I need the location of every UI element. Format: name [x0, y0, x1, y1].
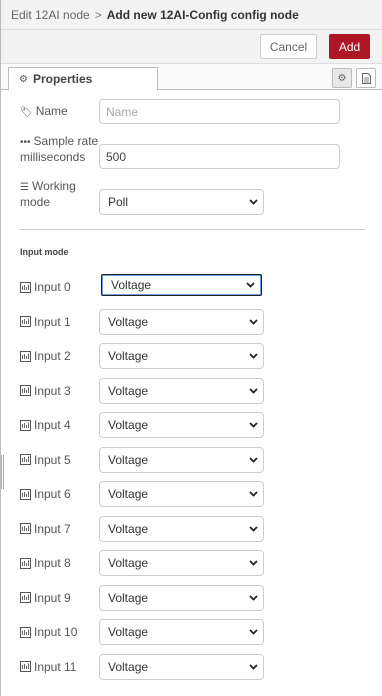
chevron-down-icon	[249, 663, 258, 670]
input-mode-label: Input 8	[20, 556, 71, 570]
input-icon	[20, 281, 31, 293]
description-tab-button[interactable]	[356, 68, 376, 88]
input-mode-label: Input 2	[20, 349, 71, 363]
input-mode-select[interactable]: Voltage	[99, 653, 264, 680]
document-icon	[361, 72, 371, 84]
tab-bar: ⚙ Properties ⚙	[1, 64, 382, 91]
breadcrumb: Edit 12AI node > Add new 12AI-Config con…	[1, 0, 382, 30]
gear-icon: ⚙	[19, 73, 28, 85]
tab-properties[interactable]: ⚙ Properties	[8, 67, 158, 91]
input-icon	[20, 488, 31, 500]
chevron-down-icon	[249, 422, 258, 428]
input-mode-select[interactable]: Voltage	[99, 377, 264, 404]
input-icon	[20, 316, 31, 327]
input-mode-label: Input 3	[20, 384, 71, 398]
input-icon	[20, 523, 31, 534]
input-icon	[20, 454, 31, 465]
input-mode-label: Input 5	[20, 453, 71, 467]
name-label: 🏷︎ Name	[20, 104, 68, 118]
input-mode-select[interactable]: Voltage	[99, 584, 264, 611]
input-mode-label: Input 7	[20, 522, 71, 536]
input-mode-select[interactable]: Voltage	[99, 550, 264, 576]
input-icon	[20, 419, 31, 431]
chevron-down-icon	[249, 387, 258, 394]
add-button[interactable]: Add	[329, 34, 370, 59]
tray-toolbar: Cancel Add	[1, 30, 382, 64]
chevron-down-icon	[249, 456, 258, 463]
working-mode-label: ☰ Working mode	[20, 179, 76, 209]
chevron-down-icon	[249, 560, 258, 566]
input-mode-label: Input 10	[20, 625, 77, 639]
input-mode-label: Input 6	[20, 487, 71, 501]
working-mode-select[interactable]: Poll	[99, 189, 264, 215]
chevron-down-icon	[249, 594, 258, 601]
page-title: Add new 12AI-Config config node	[106, 7, 299, 22]
resize-handle[interactable]	[1, 455, 4, 489]
edit-tray: Edit 12AI node > Add new 12AI-Config con…	[0, 0, 382, 696]
name-input[interactable]	[99, 99, 340, 124]
input-mode-select[interactable]: Voltage	[99, 515, 264, 542]
input-icon	[20, 661, 31, 672]
input-mode-title: Input mode	[20, 247, 69, 257]
breadcrumb-parent[interactable]: Edit 12AI node	[11, 8, 90, 22]
input-icon	[20, 350, 31, 362]
input-mode-label: Input 11	[20, 660, 76, 674]
divider	[20, 229, 365, 230]
breadcrumb-separator: >	[94, 7, 102, 22]
tag-icon: 🏷︎	[20, 107, 33, 118]
chevron-down-icon	[249, 353, 258, 359]
input-mode-label: Input 0	[20, 280, 71, 294]
input-mode-select[interactable]: Voltage	[99, 412, 264, 438]
input-mode-select[interactable]: Voltage	[99, 619, 264, 645]
input-mode-select[interactable]: Voltage	[99, 481, 264, 507]
input-mode-select[interactable]: Voltage	[99, 446, 264, 473]
gear-icon: ⚙	[337, 72, 347, 84]
input-icon	[20, 557, 31, 569]
chevron-down-icon	[249, 491, 258, 497]
sample-rate-input[interactable]	[99, 144, 340, 169]
input-mode-select[interactable]: Voltage	[99, 308, 264, 335]
chevron-down-icon	[249, 199, 258, 205]
input-icon	[20, 385, 31, 396]
chevron-down-icon	[246, 282, 255, 288]
tab-properties-label: Properties	[32, 72, 93, 86]
chevron-down-icon	[249, 629, 258, 635]
sample-rate-label: ••• Sample rate milliseconds	[20, 134, 99, 164]
settings-tab-button[interactable]: ⚙	[332, 68, 352, 88]
input-icon	[20, 626, 31, 638]
chevron-down-icon	[249, 525, 258, 532]
chevron-down-icon	[249, 318, 258, 325]
input-mode-label: Input 1	[20, 315, 71, 329]
cancel-button[interactable]: Cancel	[260, 34, 317, 59]
input-mode-select[interactable]: Voltage	[101, 274, 262, 296]
input-mode-label: Input 4	[20, 418, 71, 432]
list-icon: ☰	[20, 182, 29, 193]
input-mode-label: Input 9	[20, 591, 71, 605]
input-icon	[20, 592, 31, 603]
input-mode-select[interactable]: Voltage	[99, 343, 264, 369]
ellipsis-icon: •••	[20, 137, 31, 148]
